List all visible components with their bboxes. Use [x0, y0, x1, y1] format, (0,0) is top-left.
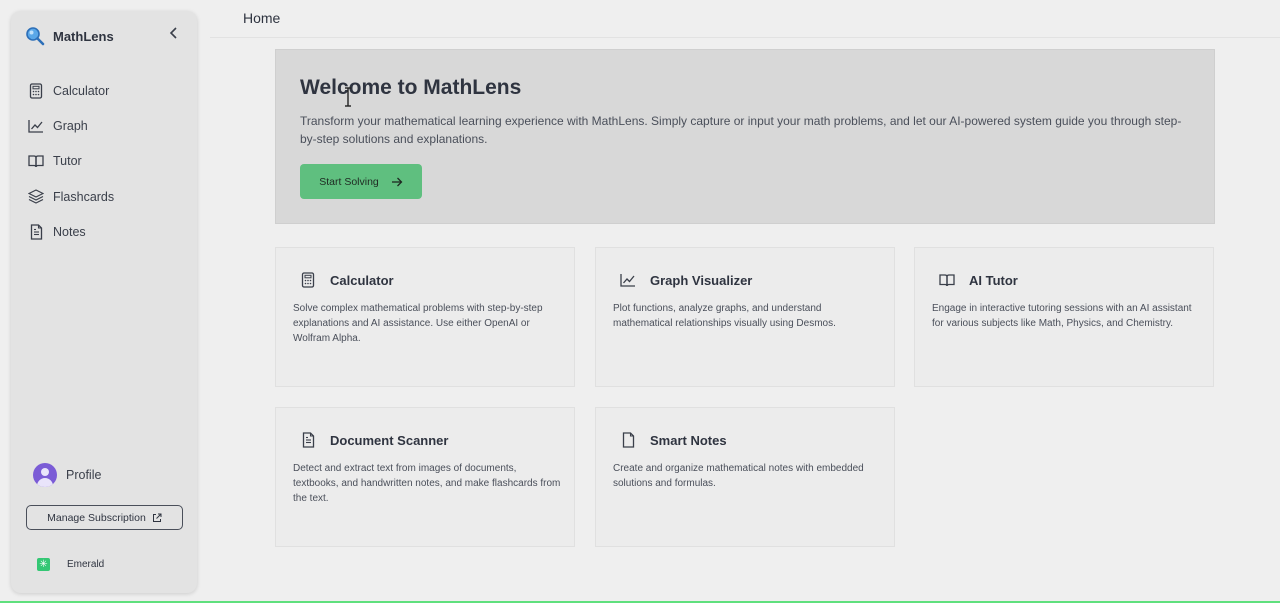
magnifier-icon [25, 26, 45, 46]
card-description: Detect and extract text from images of d… [293, 463, 561, 504]
calculator-icon [299, 271, 317, 289]
book-open-icon [27, 152, 45, 170]
card-title: AI Tutor [969, 272, 1018, 288]
hero-description: Transform your mathematical learning exp… [300, 114, 1182, 146]
line-chart-icon [619, 271, 637, 289]
emerald-badge-icon: ✳ [37, 558, 50, 571]
card-title: Graph Visualizer [650, 272, 753, 288]
card-description: Create and organize mathematical notes w… [613, 463, 864, 489]
sidebar-item-label: Notes [53, 225, 86, 240]
sidebar-item-label: Graph [53, 119, 88, 134]
file-icon [619, 431, 637, 449]
card-description: Engage in interactive tutoring sessions … [932, 303, 1192, 329]
arrow-right-icon [391, 176, 403, 188]
feature-card-smart-notes[interactable]: Smart Notes Create and organize mathemat… [595, 407, 895, 547]
hero-banner: Welcome to MathLens Transform your mathe… [275, 49, 1215, 224]
sidebar-item-tutor[interactable]: Tutor [27, 144, 187, 179]
manage-subscription-button[interactable]: Manage Subscription [26, 505, 183, 530]
collapse-sidebar-button[interactable] [165, 26, 183, 44]
plan-indicator: ✳ Emerald [37, 558, 104, 571]
card-description: Plot functions, analyze graphs, and unde… [613, 303, 836, 329]
feature-card-document-scanner[interactable]: Document Scanner Detect and extract text… [275, 407, 575, 547]
sidebar-item-flashcards[interactable]: Flashcards [27, 179, 187, 214]
card-title: Document Scanner [330, 432, 449, 448]
sidebar-nav: Calculator Graph Tutor Flashcards Notes [27, 73, 187, 250]
start-solving-label: Start Solving [319, 175, 379, 188]
chevron-left-icon [169, 26, 179, 44]
feature-card-ai-tutor[interactable]: AI Tutor Engage in interactive tutoring … [914, 247, 1214, 387]
feature-card-graph-visualizer[interactable]: Graph Visualizer Plot functions, analyze… [595, 247, 895, 387]
plan-label: Emerald [67, 559, 105, 570]
card-description: Solve complex mathematical problems with… [293, 303, 543, 344]
profile-label: Profile [66, 468, 102, 482]
text-cursor-icon [345, 87, 351, 107]
manage-subscription-label: Manage Subscription [47, 511, 146, 524]
sidebar-item-label: Calculator [53, 83, 110, 98]
file-text-icon [299, 431, 317, 449]
line-chart-icon [27, 117, 45, 135]
sidebar-item-notes[interactable]: Notes [27, 215, 187, 250]
sidebar-item-calculator[interactable]: Calculator [27, 73, 187, 108]
brand[interactable]: MathLens [25, 25, 114, 47]
page-title: Home [243, 10, 281, 26]
feature-card-calculator[interactable]: Calculator Solve complex mathematical pr… [275, 247, 575, 387]
profile-link[interactable]: Profile [33, 463, 101, 487]
sidebar: MathLens Calculator Graph Tutor Flashcar… [11, 11, 197, 593]
sidebar-item-graph[interactable]: Graph [27, 108, 187, 143]
avatar [33, 463, 57, 487]
card-title: Smart Notes [650, 432, 727, 448]
sidebar-item-label: Tutor [53, 154, 82, 169]
layers-icon [27, 188, 45, 206]
book-open-icon [938, 271, 956, 289]
hero-title: Welcome to MathLens [300, 76, 522, 99]
app-name: MathLens [53, 28, 114, 44]
start-solving-button[interactable]: Start Solving [300, 164, 422, 199]
topbar: Home [210, 0, 1280, 38]
file-text-icon [27, 223, 45, 241]
sidebar-item-label: Flashcards [53, 189, 115, 204]
card-title: Calculator [330, 272, 394, 288]
calculator-icon [27, 82, 45, 100]
external-link-icon [152, 513, 162, 523]
